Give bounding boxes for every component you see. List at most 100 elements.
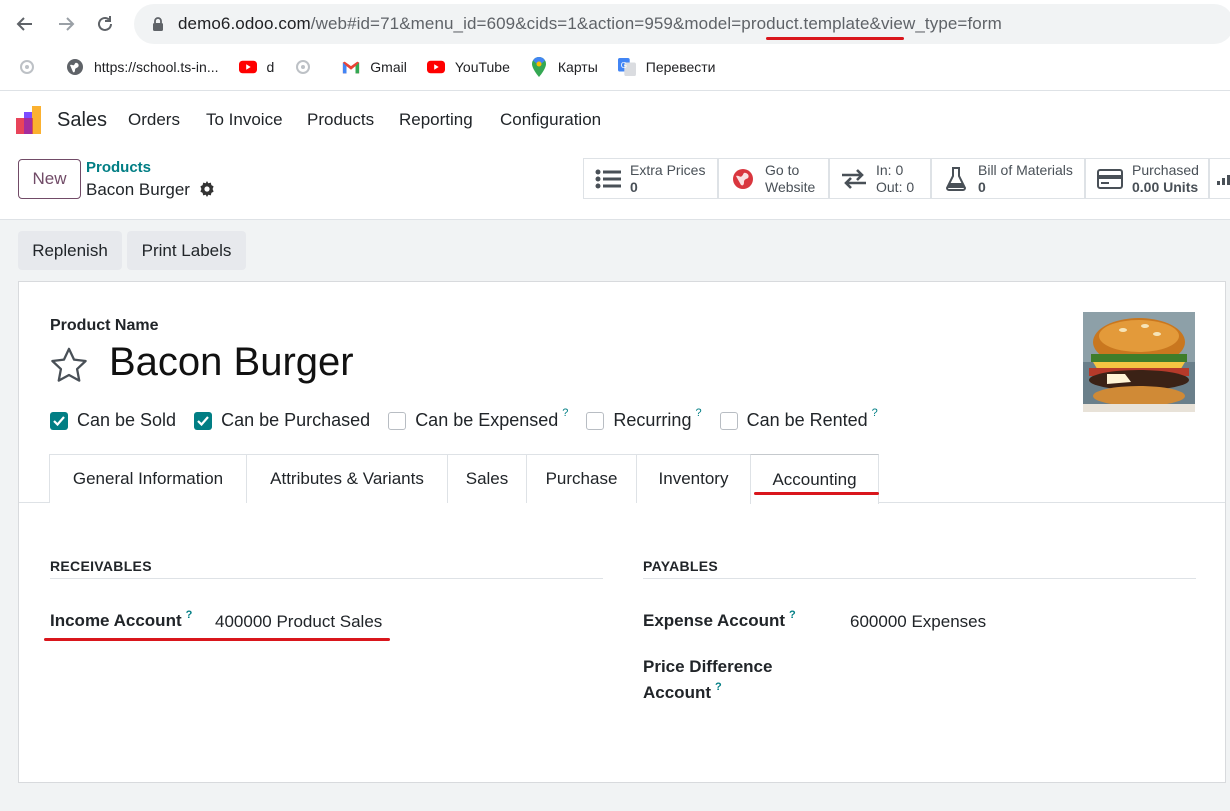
product-name-label: Product Name [50, 317, 159, 334]
field-label-text: Account [643, 683, 711, 702]
income-account-label: Income Account? [50, 608, 192, 636]
smart-button-go-to-website[interactable]: Go to Website [718, 158, 829, 199]
credit-card-icon [1096, 168, 1124, 189]
can-be-purchased-checkbox[interactable]: Can be Purchased [194, 410, 370, 431]
replenish-button[interactable]: Replenish [18, 231, 122, 270]
new-button[interactable]: New [18, 159, 81, 199]
smart-button-value: 0 [630, 178, 638, 195]
translate-icon: G [617, 58, 636, 76]
help-tooltip-icon[interactable]: ? [789, 609, 796, 621]
app-navbar: Sales Orders To Invoice Products Reporti… [0, 90, 1230, 150]
menu-products[interactable]: Products [307, 110, 374, 130]
gmail-icon [342, 58, 360, 76]
tab-sales[interactable]: Sales [447, 454, 526, 503]
checkbox-unchecked-icon[interactable] [586, 411, 605, 430]
maps-pin-icon [530, 57, 548, 77]
expense-account-field[interactable]: 600000 Expenses [850, 612, 986, 632]
smart-button-bill-of-materials[interactable]: Bill of Materials 0 [931, 158, 1085, 199]
breadcrumb-products[interactable]: Products [86, 159, 151, 176]
smart-button-value: Website [765, 178, 816, 195]
price-difference-account-label: Price Difference Account? [643, 654, 772, 708]
url-tail: &view_type=form [869, 14, 1002, 33]
bookmark-label: YouTube [454, 59, 510, 75]
form-sheet: Product Name Bacon Burger Can be Sold Ca… [18, 281, 1226, 783]
smart-button-in-out[interactable]: In: 0 Out: 0 [829, 158, 931, 199]
bookmark-translate[interactable]: G Перевести [617, 58, 716, 76]
can-be-sold-checkbox[interactable]: Can be Sold [50, 410, 176, 431]
bookmark-gmail[interactable]: Gmail [342, 58, 407, 76]
bookmark-school[interactable]: https://school.ts-in... [66, 58, 219, 76]
tab-general-information[interactable]: General Information [49, 454, 246, 503]
menu-orders[interactable]: Orders [128, 110, 180, 130]
help-tooltip-icon[interactable]: ? [715, 681, 722, 693]
smart-button-label: Go to [765, 161, 800, 178]
checkbox-checked-icon[interactable] [50, 411, 68, 430]
checkbox-label: Can be Purchased [221, 410, 371, 430]
smart-button-extra-prices[interactable]: Extra Prices 0 [583, 158, 718, 199]
checkbox-checked-icon[interactable] [194, 411, 213, 430]
address-bar[interactable]: demo6.odoo.com/web#id=71&menu_id=609&cid… [134, 4, 1230, 44]
back-button[interactable] [11, 10, 39, 38]
youtube-icon [238, 58, 257, 76]
smart-button-value: 0 [978, 178, 986, 195]
lock-icon [153, 17, 163, 31]
bookmark-label: Gmail [370, 59, 407, 75]
tab-attributes-variants[interactable]: Attributes & Variants [246, 454, 447, 503]
can-be-rented-checkbox[interactable]: Can be Rented ? [719, 407, 878, 431]
bookmark-label: d [266, 59, 275, 75]
youtube-icon [426, 58, 445, 76]
checkbox-label: Can be Rented [746, 410, 868, 430]
bookmark-label: https://school.ts-in... [94, 59, 219, 75]
bookmark-apps[interactable] [18, 58, 46, 76]
checkbox-unchecked-icon[interactable] [719, 411, 738, 430]
can-be-expensed-checkbox[interactable]: Can be Expensed ? [388, 407, 568, 431]
print-labels-button[interactable]: Print Labels [127, 231, 246, 270]
annotation-underline-url [766, 37, 904, 40]
control-panel: New Products Bacon Burger Extra Prices 0 … [0, 150, 1230, 220]
forward-button[interactable] [52, 10, 80, 38]
url-model: product.template [741, 14, 870, 33]
product-image[interactable] [1083, 312, 1195, 412]
smart-button-purchased[interactable]: Purchased 0.00 Units [1085, 158, 1209, 199]
recurring-checkbox[interactable]: Recurring ? [586, 407, 702, 431]
smart-button-more[interactable] [1209, 158, 1230, 199]
star-icon[interactable] [50, 346, 88, 384]
product-name-field[interactable]: Bacon Burger [109, 340, 354, 385]
notebook-tabs: General Information Attributes & Variant… [49, 454, 879, 504]
field-label-text: Expense Account [643, 611, 786, 630]
menu-reporting[interactable]: Reporting [399, 110, 473, 130]
breadcrumb-record-name: Bacon Burger [86, 180, 190, 199]
bookmark-youtube[interactable]: YouTube [426, 58, 510, 76]
bookmark-d[interactable]: d [238, 58, 275, 76]
help-tooltip-icon[interactable]: ? [186, 609, 193, 621]
menu-to-invoice[interactable]: To Invoice [206, 110, 283, 130]
smart-button-value: Out: 0 [876, 178, 915, 195]
reload-button[interactable] [91, 10, 119, 38]
help-tooltip-icon[interactable]: ? [872, 407, 878, 419]
globe-icon [66, 58, 84, 76]
tab-inventory[interactable]: Inventory [636, 454, 750, 503]
sales-app-logo-icon[interactable] [16, 104, 46, 134]
apps-shortcut-icon [294, 58, 312, 76]
tab-purchase[interactable]: Purchase [526, 454, 636, 503]
tab-accounting[interactable]: Accounting [750, 454, 879, 504]
smart-button-label: In: 0 [876, 161, 904, 178]
help-tooltip-icon[interactable]: ? [562, 407, 568, 419]
bookmark-apps-2[interactable] [294, 58, 322, 76]
url-path: /web#id=71&menu_id=609&cids=1&action=959… [310, 14, 742, 33]
flask-icon [942, 166, 970, 191]
bookmark-maps[interactable]: Карты [530, 57, 598, 77]
field-label-text: Income Account [50, 611, 182, 630]
payables-divider [643, 578, 1196, 579]
app-name[interactable]: Sales [57, 109, 107, 132]
exchange-icon [840, 168, 868, 189]
globe-icon [729, 168, 757, 190]
income-account-field[interactable]: 400000 Product Sales [215, 612, 382, 632]
checkbox-unchecked-icon[interactable] [388, 411, 407, 430]
help-tooltip-icon[interactable]: ? [695, 407, 701, 419]
menu-configuration[interactable]: Configuration [500, 110, 601, 130]
smart-button-label: Extra Prices [630, 161, 706, 178]
url-text: demo6.odoo.com/web#id=71&menu_id=609&cid… [178, 14, 1002, 34]
gear-icon[interactable] [199, 181, 215, 197]
arrow-right-icon [59, 17, 75, 31]
